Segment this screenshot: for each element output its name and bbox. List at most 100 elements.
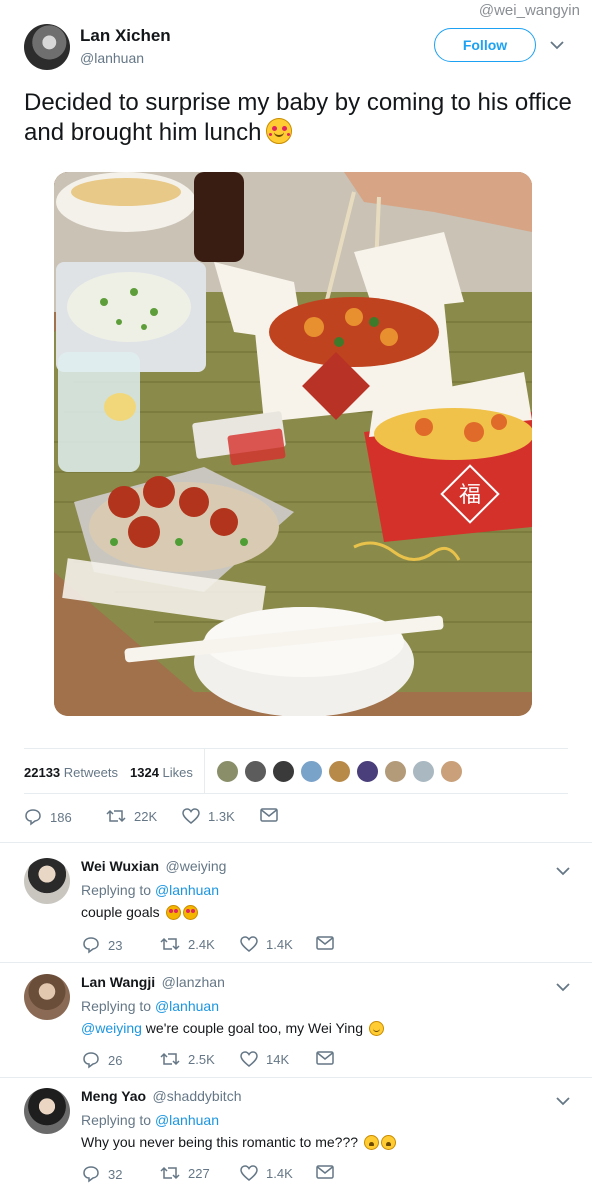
message-action[interactable] [316, 936, 342, 950]
mention-link[interactable]: @weiying [81, 1020, 142, 1036]
reply-text-content: we're couple goal too, my Wei Ying [141, 1020, 363, 1036]
retweet-count: 227 [188, 1165, 210, 1181]
reply-count: 32 [108, 1166, 123, 1182]
reply-action[interactable]: 26 [82, 1051, 122, 1069]
retweets-count: 22133 [24, 765, 61, 780]
retweets-stat[interactable]: 22133 Retweets [24, 765, 118, 780]
liker-avatar[interactable] [300, 760, 323, 783]
reply-handle[interactable]: @shaddybitch [153, 1088, 242, 1104]
author-display-name[interactable]: Lan Xichen [80, 26, 171, 46]
heart-icon [240, 936, 258, 952]
tweet-text-content: Decided to surprise my baby by coming to… [24, 89, 572, 146]
stats-divider [204, 749, 205, 793]
reply-text-content: couple goals [81, 904, 160, 920]
retweet-action[interactable]: 22K [106, 808, 157, 824]
reply-avatar[interactable] [24, 858, 70, 904]
divider [0, 842, 592, 843]
author-name-block: Lan Xichen @lanhuan [80, 26, 171, 66]
replying-to-prefix: Replying to [81, 1112, 152, 1128]
message-action[interactable] [260, 808, 286, 822]
reply-count: 23 [108, 937, 123, 953]
tired-face-icon [380, 1135, 396, 1150]
replying-to: Replying to @lanhuan [81, 998, 538, 1014]
retweets-label: Retweets [63, 765, 118, 780]
chevron-down-icon[interactable] [552, 860, 574, 882]
heart-icon [240, 1165, 258, 1181]
retweet-action[interactable]: 2.4K [160, 936, 215, 952]
replying-to-prefix: Replying to [81, 998, 152, 1014]
reply-display-name[interactable]: Lan Wangji [81, 974, 155, 990]
liker-avatar[interactable] [384, 760, 407, 783]
replying-to-prefix: Replying to [81, 882, 152, 898]
liker-avatar[interactable] [216, 760, 239, 783]
reply-action[interactable]: 32 [82, 1165, 122, 1183]
tweet-stats: 22133 Retweets 1324 Likes [24, 748, 568, 794]
smile-icon [368, 1021, 384, 1036]
reply-body: Meng Yao @shaddybitch Replying to @lanhu… [81, 1088, 538, 1150]
replying-to-link[interactable]: @lanhuan [155, 998, 219, 1014]
reply-avatar[interactable] [24, 974, 70, 1020]
liker-avatar[interactable] [328, 760, 351, 783]
liker-avatar[interactable] [272, 760, 295, 783]
follow-button[interactable]: Follow [434, 28, 536, 62]
retweet-action[interactable]: 2.5K [160, 1051, 215, 1067]
envelope-icon [260, 808, 278, 822]
reply-text: Why you never being this romantic to me?… [81, 1134, 538, 1150]
like-count: 1.4K [266, 936, 293, 952]
replying-to-link[interactable]: @lanhuan [155, 882, 219, 898]
retweet-action[interactable]: 227 [160, 1165, 210, 1181]
reply-action[interactable]: 186 [24, 808, 72, 826]
tweet-header: Lan Xichen @lanhuan Follow [24, 24, 568, 72]
tweet-photo[interactable]: 福 [54, 172, 532, 716]
reply-action[interactable]: 23 [82, 936, 122, 954]
envelope-icon [316, 1165, 334, 1179]
reply-display-name[interactable]: Wei Wuxian [81, 858, 159, 874]
chevron-down-icon[interactable] [552, 1090, 574, 1112]
like-action[interactable]: 1.4K [240, 936, 293, 952]
retweet-count: 2.5K [188, 1051, 215, 1067]
replying-to: Replying to @lanhuan [81, 1112, 538, 1128]
watermark: @wei_wangyin [478, 2, 580, 19]
retweet-count: 2.4K [188, 936, 215, 952]
heart-eyes-icon [182, 905, 198, 920]
liker-avatar[interactable] [412, 760, 435, 783]
retweet-count: 22K [134, 808, 158, 824]
reply-handle[interactable]: @lanzhan [162, 974, 225, 990]
liker-avatar[interactable] [440, 760, 463, 783]
author-handle[interactable]: @lanhuan [80, 50, 171, 66]
likes-count: 1324 [130, 765, 159, 780]
tweet-text: Decided to surprise my baby by coming to… [24, 88, 572, 148]
reply-text-content: Why you never being this romantic to me?… [81, 1134, 359, 1150]
like-action[interactable]: 1.4K [240, 1165, 293, 1181]
box-character: 福 [459, 483, 481, 508]
replying-to-link[interactable]: @lanhuan [155, 1112, 219, 1128]
message-action[interactable] [316, 1165, 342, 1179]
liker-avatar[interactable] [356, 760, 379, 783]
like-action[interactable]: 1.3K [182, 808, 235, 824]
like-action[interactable]: 14K [240, 1051, 289, 1067]
tired-face-icon [363, 1135, 379, 1150]
heart-icon [182, 808, 200, 824]
liker-avatar[interactable] [244, 760, 267, 783]
retweet-icon [106, 809, 126, 823]
reply-display-name[interactable]: Meng Yao [81, 1088, 146, 1104]
reply-icon [83, 1052, 99, 1069]
likes-stat[interactable]: 1324 Likes [130, 765, 193, 780]
chevron-down-icon[interactable] [552, 976, 574, 998]
reply-icon [83, 937, 99, 954]
like-count: 14K [266, 1051, 290, 1067]
reply-handle[interactable]: @weiying [166, 858, 227, 874]
likes-label: Likes [162, 765, 193, 780]
smiling-face-with-hearts-icon [265, 118, 292, 144]
reply-body: Wei Wuxian @weiying Replying to @lanhuan… [81, 858, 538, 920]
divider [0, 962, 592, 963]
like-count: 1.3K [208, 808, 235, 824]
author-avatar[interactable] [24, 24, 70, 70]
replying-to: Replying to @lanhuan [81, 882, 538, 898]
reply-count: 26 [108, 1052, 123, 1068]
reply-icon [83, 1166, 99, 1183]
message-action[interactable] [316, 1051, 342, 1065]
chevron-down-icon[interactable] [546, 34, 568, 56]
reply-text: @weiying we're couple goal too, my Wei Y… [81, 1020, 538, 1036]
reply-avatar[interactable] [24, 1088, 70, 1134]
